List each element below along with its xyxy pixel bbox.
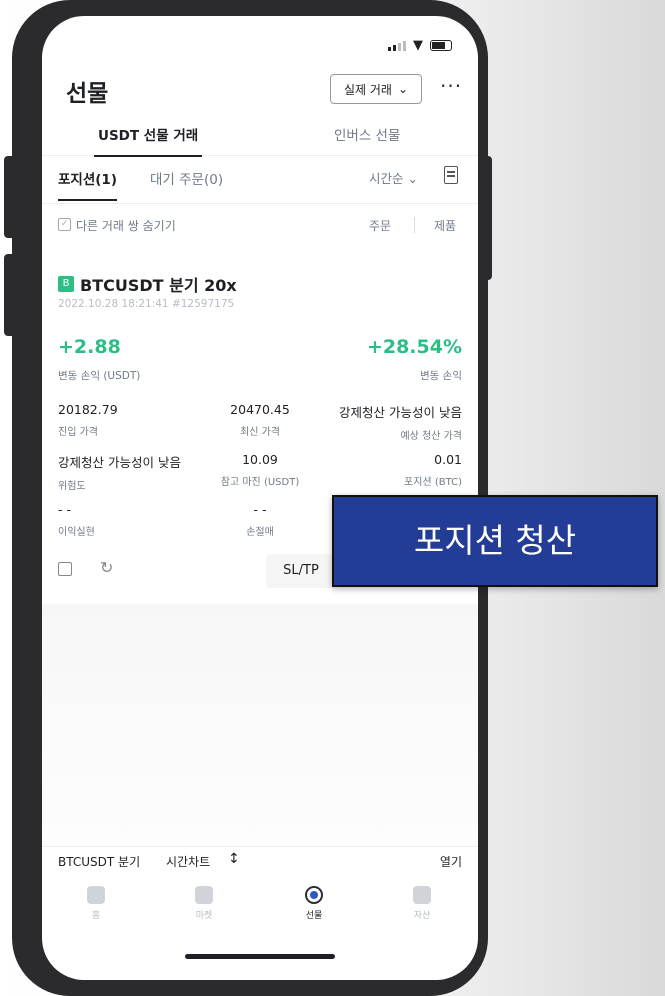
liq-price-cell: 강제청산 가능성이 낮음 예상 청산 가격 — [339, 402, 462, 442]
nav-markets[interactable]: 마켓 — [174, 886, 234, 921]
battery-icon — [430, 40, 452, 51]
entry-price: 20182.79 — [58, 402, 118, 417]
divider — [414, 217, 415, 233]
wifi-icon: ▼ — [413, 38, 423, 53]
trading-mode-label: 실제 거래 — [343, 82, 392, 97]
mark-price-cell: 20470.45 최신 가격 — [230, 402, 290, 438]
tab-open-orders[interactable]: 대기 주문(0) — [150, 168, 223, 188]
position-symbol[interactable]: BTCUSDT 분기 20x — [80, 272, 237, 296]
position-tabs: 포지션(1) 대기 주문(0) 시간순 ⌄ — [42, 164, 478, 204]
sort-select[interactable]: 시간순 ⌄ — [369, 168, 418, 187]
size-value: 0.01 — [434, 452, 462, 467]
more-icon[interactable]: ··· — [440, 74, 462, 98]
close-all-link[interactable]: 제품 — [434, 217, 456, 234]
futures-icon — [305, 886, 323, 904]
markets-icon — [195, 886, 213, 904]
size-cell: 0.01 포지션 (BTC) — [404, 452, 462, 488]
mark-price-label: 최신 가격 — [240, 427, 280, 438]
mark-price: 20470.45 — [230, 402, 290, 417]
risk-value: 강제청산 가능성이 낮음 — [58, 455, 181, 470]
margin-label: 참고 마진 (USDT) — [220, 477, 300, 488]
nav-home-label: 홈 — [91, 911, 101, 921]
take-profit-value: - - — [58, 502, 71, 517]
stop-loss-label: 손절매 — [246, 527, 274, 538]
nav-assets[interactable]: 자산 — [392, 886, 452, 921]
nav-home[interactable]: 홈 — [66, 886, 126, 921]
entry-price-cell: 20182.79 진입 가격 — [58, 402, 118, 438]
nav-assets-label: 자산 — [413, 911, 431, 921]
close-position-caption: 포지션 청산 — [332, 495, 658, 587]
orders-link[interactable]: 주문 — [369, 217, 391, 234]
unrealized-pnl: +2.88 — [58, 336, 121, 358]
status-bar: ▼ — [388, 38, 452, 53]
tab-positions[interactable]: 포지션(1) — [58, 168, 117, 201]
take-profit-label: 이익실현 — [58, 527, 95, 538]
risk-label: 위험도 — [58, 481, 86, 492]
nav-futures[interactable]: 선물 — [284, 886, 344, 921]
position-timestamp: 2022.10.28 18:21:41 #12597175 — [58, 298, 235, 310]
chevron-down-icon: ⌄ — [397, 82, 409, 96]
details-row: 20182.79 진입 가격 20470.45 최신 가격 강제청산 가능성이 … — [58, 402, 462, 452]
hide-other-pairs-checkbox[interactable]: ✓ — [58, 218, 71, 231]
wallet-icon — [413, 886, 431, 904]
stop-loss-value: - - — [253, 502, 267, 517]
sl-tp-button[interactable]: SL/TP — [266, 554, 336, 588]
stop-loss-cell: - - 손절매 — [246, 502, 274, 538]
chart-icon[interactable] — [58, 562, 72, 576]
home-icon — [87, 886, 105, 904]
signal-icon — [388, 40, 406, 51]
empty-area — [42, 604, 478, 846]
sort-label: 시간순 — [369, 171, 404, 186]
chart-bar: BTCUSDT 분기 시간차트 ↕ 열기 — [42, 846, 478, 874]
size-label: 포지션 (BTC) — [404, 477, 462, 488]
home-indicator — [185, 954, 335, 959]
candlestick-icon: ↕ — [228, 851, 240, 867]
share-icon[interactable]: ↻ — [100, 558, 113, 577]
nav-futures-label: 선물 — [305, 911, 323, 921]
tab-inverse-futures[interactable]: 인버스 선물 — [334, 124, 400, 144]
tab-usdt-futures[interactable]: USDT 선물 거래 — [93, 124, 203, 157]
market-tabs: USDT 선물 거래 인버스 선물 — [42, 120, 478, 157]
unrealized-pnl-label: 변동 손익 (USDT) — [58, 370, 141, 382]
document-icon[interactable] — [444, 166, 458, 184]
hide-other-pairs-label: 다른 거래 쌍 숨기기 — [76, 219, 176, 233]
chart-bar-label: 시간차트 — [166, 855, 211, 869]
page-title: 선물 — [66, 81, 109, 107]
header: 선물 실제 거래 ⌄ ··· — [42, 72, 478, 116]
buy-badge: B — [58, 276, 74, 292]
trading-mode-select[interactable]: 실제 거래 ⌄ — [330, 74, 422, 104]
bottom-nav: 홈 마켓 선물 자산 — [42, 880, 478, 940]
chart-bar-symbol: BTCUSDT 분기 — [58, 855, 141, 869]
margin-cell: 10.09 참고 마진 (USDT) — [221, 452, 299, 488]
margin-value: 10.09 — [242, 452, 278, 467]
liq-price-label: 예상 청산 가격 — [400, 431, 462, 442]
position-symbol-row: B BTCUSDT 분기 20x — [58, 272, 237, 296]
entry-price-label: 진입 가격 — [58, 427, 98, 438]
roe-label: 변동 손익 — [420, 370, 462, 382]
nav-markets-label: 마켓 — [195, 911, 213, 921]
take-profit-cell: - - 이익실현 — [58, 502, 95, 538]
liq-price: 강제청산 가능성이 낮음 — [339, 405, 462, 420]
filter-row: ✓ 다른 거래 쌍 숨기기 주문 제품 — [42, 216, 478, 240]
risk-cell: 강제청산 가능성이 낮음 위험도 — [58, 452, 181, 492]
roe-percent: +28.54% — [366, 336, 462, 358]
open-chart-link[interactable]: 열기 — [440, 853, 462, 870]
